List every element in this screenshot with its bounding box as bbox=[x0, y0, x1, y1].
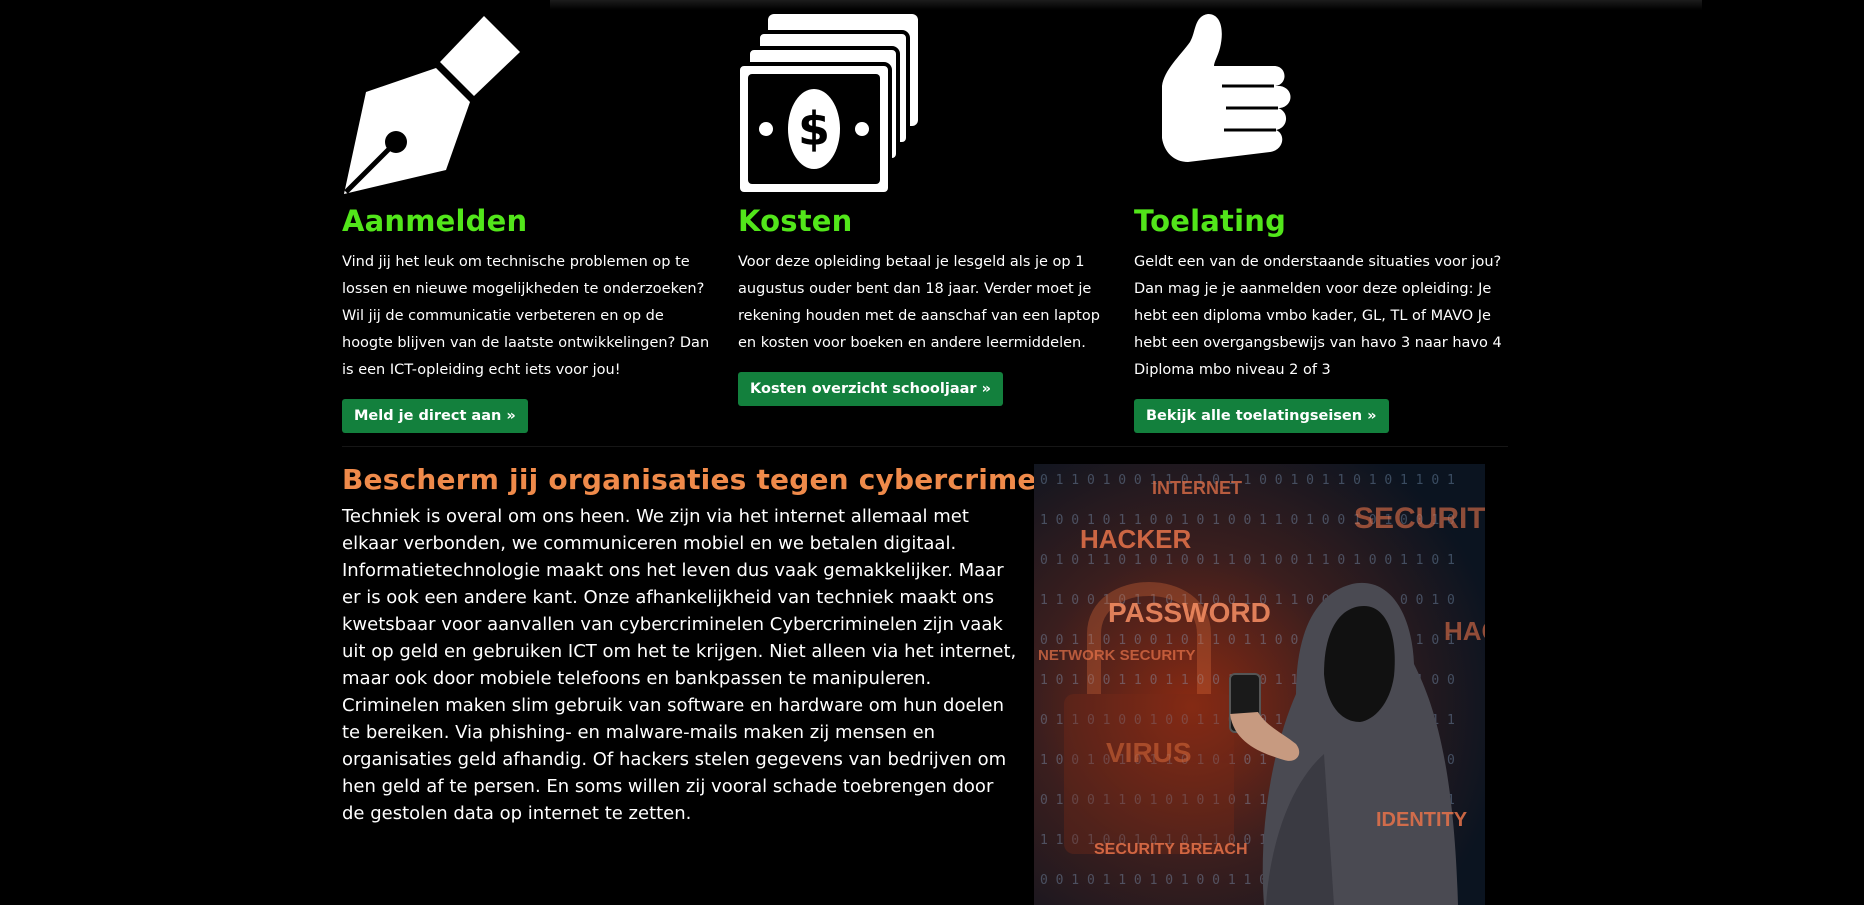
image-word: HAC bbox=[1444, 616, 1485, 646]
column-aanmelden: Aanmelden Vind jij het leuk om technisch… bbox=[342, 12, 717, 433]
thumbs-up-icon bbox=[1134, 12, 1509, 197]
column-text: Voor deze opleiding betaal je lesgeld al… bbox=[738, 254, 1100, 351]
image-word: PASSWORD bbox=[1108, 597, 1271, 628]
toelatingseisen-button[interactable]: Bekijk alle toelatingseisen » bbox=[1134, 399, 1389, 433]
column-title: Toelating bbox=[1134, 204, 1287, 238]
column-toelating: Toelating Geldt een van de onderstaande … bbox=[1134, 12, 1509, 433]
meld-aan-button[interactable]: Meld je direct aan » bbox=[342, 399, 528, 433]
image-word: NETWORK SECURITY bbox=[1038, 647, 1196, 664]
image-word: HACKER bbox=[1080, 524, 1191, 554]
image-word: SECURITY bbox=[1354, 502, 1485, 535]
hacker-image: 0 1 1 0 1 0 0 1 1 0 1 0 1 1 0 0 1 0 1 1 … bbox=[1034, 464, 1485, 905]
top-bar bbox=[550, 0, 1702, 10]
svg-text:0 1 0 1 1 0 1 0 1 0 0 1 1 0 1: 0 1 0 1 1 0 1 0 1 0 0 1 1 0 1 0 0 1 1 0 … bbox=[1040, 553, 1455, 568]
image-word: IDENTITY bbox=[1376, 809, 1468, 831]
column-text: Vind jij het leuk om technische probleme… bbox=[342, 254, 710, 378]
image-word: INTERNET bbox=[1152, 478, 1242, 498]
kosten-overzicht-button[interactable]: Kosten overzicht schooljaar » bbox=[738, 372, 1003, 406]
column-title: Kosten bbox=[738, 204, 853, 238]
svg-text:$: $ bbox=[798, 102, 830, 156]
column-title: Aanmelden bbox=[342, 204, 528, 238]
section-divider bbox=[342, 446, 1508, 447]
column-text: Geldt een van de onderstaande situaties … bbox=[1134, 254, 1502, 378]
image-word: VIRUS bbox=[1106, 737, 1192, 768]
image-word: SECURITY BREACH bbox=[1094, 841, 1248, 858]
money-bills-icon: $ bbox=[738, 12, 1113, 197]
fountain-pen-icon bbox=[342, 12, 717, 197]
section-text: Techniek is overal om ons heen. We zijn … bbox=[342, 506, 1017, 824]
column-kosten: $ Kosten Voor deze opleiding betaal je l… bbox=[738, 12, 1113, 406]
section-title: Bescherm jij organisaties tegen cybercri… bbox=[342, 463, 1054, 496]
svg-text:0 1 1 0 1 0 0 1 1 0 1 0 1 1 0: 0 1 1 0 1 0 0 1 1 0 1 0 1 1 0 0 1 0 1 1 … bbox=[1040, 473, 1455, 488]
